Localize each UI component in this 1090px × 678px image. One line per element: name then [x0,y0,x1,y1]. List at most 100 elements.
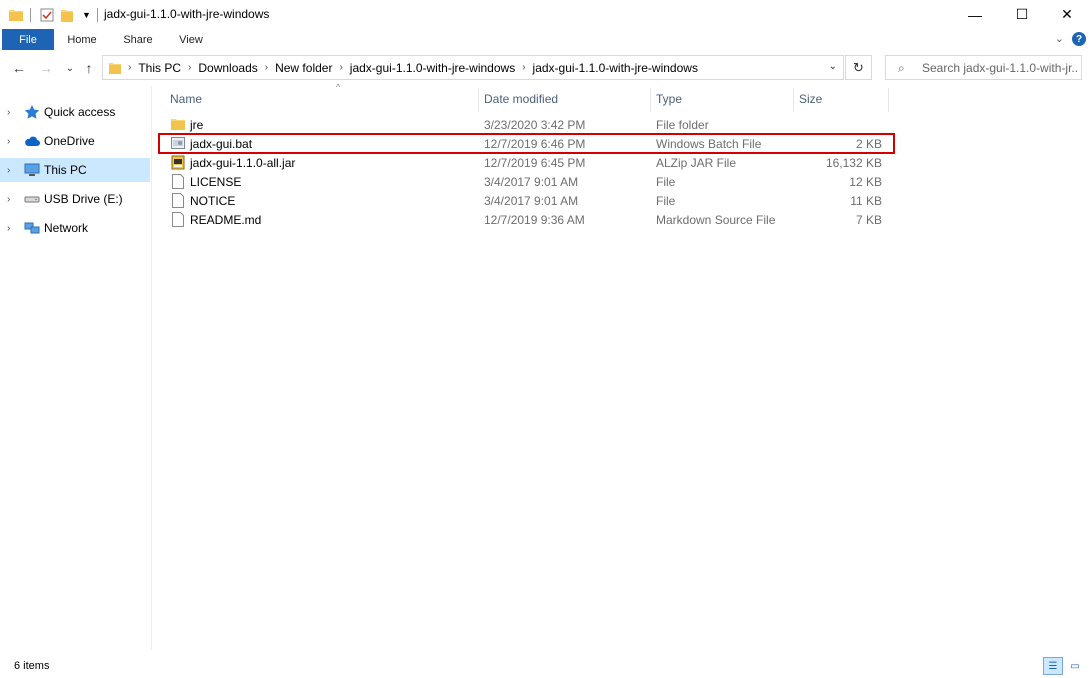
file-name: NOTICE [190,194,236,208]
sidebar-item-network[interactable]: › Network [0,216,150,240]
column-header-label: Name [170,92,203,106]
close-button[interactable]: ✕ [1044,0,1090,29]
ribbon-tabs: File Home Share View ⌄ ? [0,29,1090,50]
minimize-button[interactable]: — [952,0,998,29]
file-list: ^ Name Date modified Type Size jre 3/23/… [152,82,1090,650]
location-folder-icon [109,62,121,74]
refresh-button[interactable]: ↻ [845,55,872,80]
expand-chevron-icon[interactable]: › [7,223,10,234]
tab-file[interactable]: File [2,29,54,50]
file-size: 7 KB [855,213,882,227]
table-row[interactable]: jre 3/23/2020 3:42 PM File folder [160,115,888,134]
column-divider[interactable] [793,88,794,112]
column-divider[interactable] [650,88,651,112]
file-size: 11 KB [850,194,882,208]
table-row[interactable]: README.md 12/7/2019 9:36 AM Markdown Sou… [160,210,888,229]
expand-chevron-icon[interactable]: › [7,165,10,176]
file-icon [171,174,185,189]
column-header-name[interactable]: ^ Name [170,82,470,112]
folder-icon [171,117,185,132]
column-divider[interactable] [888,88,889,112]
file-date: 3/4/2017 9:01 AM [484,194,579,208]
file-name: README.md [190,213,262,227]
breadcrumb: › This PC › Downloads › New folder › jad… [109,56,702,79]
forward-button[interactable]: → [37,59,55,77]
expand-chevron-icon[interactable]: › [7,107,10,118]
table-row[interactable]: jadx-gui-1.1.0-all.jar 12/7/2019 6:45 PM… [160,153,888,172]
breadcrumb-this-pc[interactable]: This PC [134,61,185,75]
sidebar-item-usb-drive[interactable]: › USB Drive (E:) [0,187,150,211]
maximize-button[interactable]: ☐ [999,0,1045,29]
expand-chevron-icon[interactable]: › [7,136,10,147]
sidebar-item-onedrive[interactable]: › OneDrive [0,129,150,153]
file-name: jre [190,118,204,132]
breadcrumb-separator[interactable]: › [262,62,271,73]
file-type: ALZip JAR File [656,156,737,170]
breadcrumb-separator[interactable]: › [519,62,528,73]
sidebar-item-quick-access[interactable]: › Quick access [0,100,150,124]
title-bar: ▼ jadx-gui-1.1.0-with-jre-windows — ☐ ✕ [0,0,1090,29]
file-type: File [656,194,676,208]
file-type: File [656,175,676,189]
sidebar-item-this-pc[interactable]: › This PC [0,158,150,182]
back-button[interactable]: ← [10,59,28,77]
column-header-size[interactable]: Size [799,86,889,112]
search-icon: ⌕ [898,61,905,75]
sidebar-item-label: This PC [44,163,87,177]
search-box[interactable]: ⌕ [885,55,1082,80]
table-row[interactable]: NOTICE 3/4/2017 9:01 AM File 11 KB [160,191,888,210]
cloud-icon [24,134,40,148]
jar-file-icon [171,155,185,170]
status-bar: 6 items ☰ ▭ [0,650,1090,678]
address-dropdown-icon[interactable]: ⌄ [829,61,837,72]
customize-dropdown-icon[interactable]: ▼ [82,7,91,23]
table-row[interactable]: jadx-gui.bat 12/7/2019 6:46 PM Windows B… [160,134,888,153]
new-folder-icon[interactable] [61,7,73,23]
large-icons-view-button[interactable]: ▭ [1065,657,1085,675]
expand-chevron-icon[interactable]: › [7,194,10,205]
folder-icon [9,7,23,23]
column-header-date-modified[interactable]: Date modified [484,86,644,112]
recent-locations-button[interactable]: ⌄ [61,59,79,77]
column-header-label: Date modified [484,92,559,106]
breadcrumb-new-folder[interactable]: New folder [271,61,336,75]
file-size: 12 KB [849,175,882,189]
tab-share[interactable]: Share [114,29,162,50]
column-header-label: Type [656,92,683,106]
column-divider[interactable] [478,88,479,112]
table-row[interactable]: LICENSE 3/4/2017 9:01 AM File 12 KB [160,172,888,191]
sidebar-item-label: Network [44,221,89,235]
search-input[interactable] [922,60,1078,76]
address-bar[interactable]: › This PC › Downloads › New folder › jad… [102,55,844,80]
file-date: 3/23/2020 3:42 PM [484,118,586,132]
help-icon[interactable]: ? [1072,32,1086,46]
breadcrumb-separator[interactable]: › [125,62,134,73]
sidebar-item-label: OneDrive [44,134,95,148]
file-type: Markdown Source File [656,213,776,227]
breadcrumb-downloads[interactable]: Downloads [194,61,261,75]
batch-file-icon [171,136,185,151]
file-date: 12/7/2019 6:46 PM [484,137,586,151]
tab-view[interactable]: View [168,29,214,50]
column-header-type[interactable]: Type [656,86,786,112]
file-icon [171,193,185,208]
computer-icon [24,163,40,177]
file-size: 16,132 KB [825,156,882,170]
network-icon [24,221,40,235]
details-view-button[interactable]: ☰ [1043,657,1063,675]
breadcrumb-separator[interactable]: › [185,62,194,73]
breadcrumb-separator[interactable]: › [336,62,345,73]
properties-icon[interactable] [40,7,54,23]
sort-ascending-icon: ^ [336,82,341,92]
expand-ribbon-icon[interactable]: ⌄ [1055,32,1064,45]
navigation-pane: › Quick access › OneDrive › This PC › US… [0,86,152,650]
column-header-label: Size [799,92,823,106]
star-icon [24,105,40,119]
breadcrumb-jadx-parent[interactable]: jadx-gui-1.1.0-with-jre-windows [346,61,519,75]
up-button[interactable]: ↑ [80,59,98,77]
usb-drive-icon [24,192,40,206]
breadcrumb-jadx-current[interactable]: jadx-gui-1.1.0-with-jre-windows [529,61,702,75]
file-name: LICENSE [190,175,242,189]
address-row: ← → ⌄ ↑ › This PC › Downloads › New fold… [0,50,1090,86]
tab-home[interactable]: Home [58,29,106,50]
